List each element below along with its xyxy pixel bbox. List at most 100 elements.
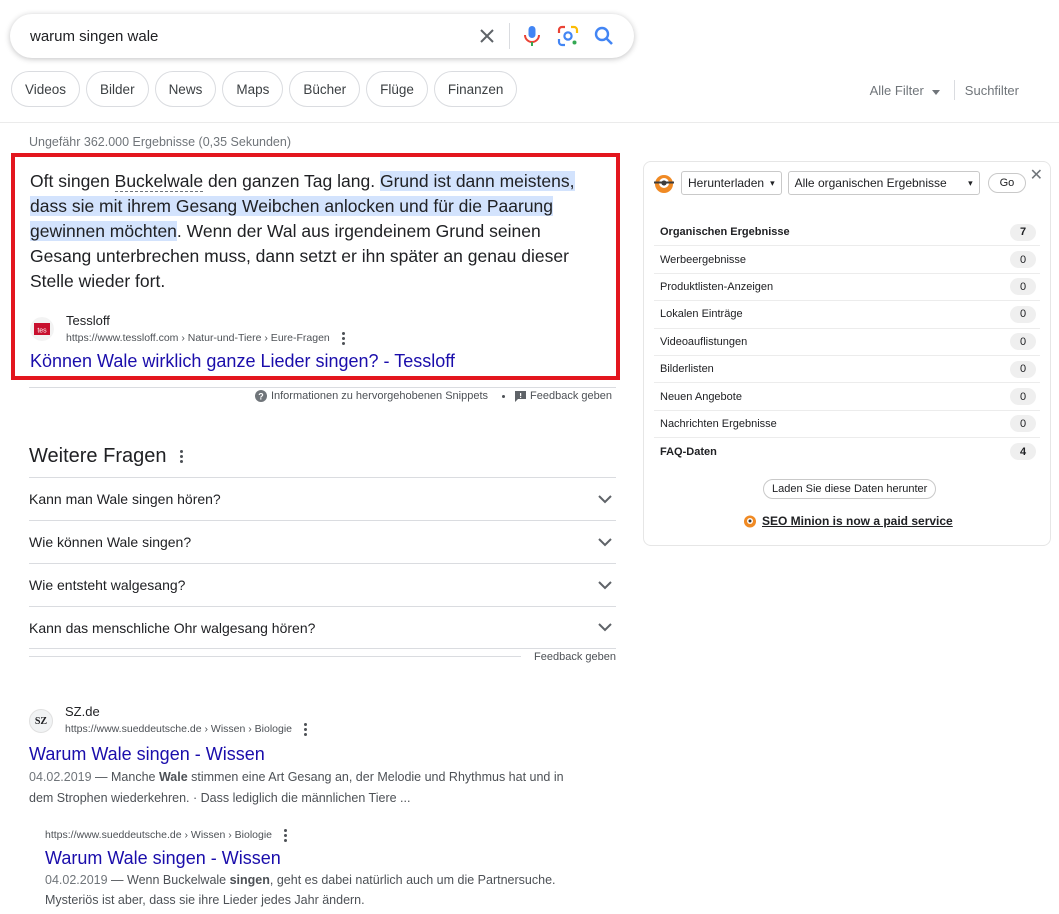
feedback-icon: [515, 390, 527, 402]
paa-title: Weitere Fragen: [29, 445, 184, 468]
row-count: 0: [1010, 278, 1036, 296]
paa-feedback-line: [29, 656, 521, 657]
all-filters-label: Alle Filter: [869, 82, 924, 98]
chevron-down-icon: ▾: [770, 177, 775, 188]
result-snippet: 04.02.2019 — Wenn Buckelwale singen, geh…: [45, 870, 605, 910]
result-snippet-part: — Wenn Buckelwale: [107, 873, 230, 887]
paa-question[interactable]: Kann man Wale singen hören?: [29, 477, 616, 520]
source-name: Tessloff: [66, 313, 110, 328]
result-title-link[interactable]: Warum Wale singen - Wissen: [29, 744, 589, 765]
separator-dot: [502, 394, 506, 398]
widget-row: Nachrichten Ergebnisse 0: [654, 411, 1040, 439]
search-result-sub: https://www.sueddeutsche.de › Wissen › B…: [45, 826, 605, 910]
row-count: 0: [1010, 333, 1036, 351]
chip-books[interactable]: Bücher: [289, 71, 361, 107]
chevron-down-icon: [598, 580, 612, 589]
sz-favicon: SZ: [29, 709, 53, 733]
result-title-link[interactable]: Warum Wale singen - Wissen: [45, 848, 605, 869]
paa-question[interactable]: Kann das menschliche Ohr walgesang hören…: [29, 606, 616, 649]
chevron-down-icon: [598, 494, 612, 503]
result-snippet-bold: Wale: [158, 770, 188, 784]
widget-table: Organischen Ergebnisse 7 Werbeergebnisse 0…: [654, 219, 1040, 466]
row-count: 4: [1010, 443, 1036, 461]
paa-question-text: Wie entsteht walgesang?: [29, 577, 186, 593]
result-url: https://www.sueddeutsche.de › Wissen › B…: [65, 720, 308, 738]
snippet-source[interactable]: tes Tessloff https://www.tessloff.com › …: [30, 313, 345, 347]
result-date: 04.02.2019: [45, 873, 108, 887]
results-select-label: Alle organischen Ergebnisse: [794, 176, 947, 190]
result-snippet-bold: singen: [229, 873, 270, 887]
chevron-down-icon: [598, 537, 612, 546]
paid-service-text: SEO Minion is now a paid service: [762, 514, 953, 528]
paa-question[interactable]: Wie können Wale singen?: [29, 520, 616, 563]
row-label: Nachrichten Ergebnisse: [660, 417, 777, 430]
paa-question[interactable]: Wie entsteht walgesang?: [29, 563, 616, 606]
results-select[interactable]: Alle organischen Ergebnisse ▾: [787, 171, 980, 195]
go-button[interactable]: Go: [987, 173, 1027, 193]
filter-chips: Videos Bilder News Maps Bücher Flüge Fin…: [11, 71, 518, 107]
minion-small-icon: [744, 515, 756, 528]
help-icon: ?: [254, 390, 267, 402]
more-options-icon[interactable]: [341, 331, 345, 345]
paa-more-icon[interactable]: [180, 450, 184, 463]
caret-down-icon: [931, 89, 940, 95]
chip-images[interactable]: Bilder: [86, 71, 149, 107]
chip-flights[interactable]: Flüge: [366, 71, 428, 107]
snippet-info-link[interactable]: Informationen zu hervorgehobenen Snippet…: [271, 390, 488, 402]
seo-minion-widget: ✕ Herunterladen ▾ Alle organischen Ergebn…: [643, 161, 1051, 546]
result-url-text: https://www.sueddeutsche.de › Wissen › B…: [45, 829, 273, 841]
chip-videos[interactable]: Videos: [11, 71, 81, 107]
search-icon[interactable]: [586, 18, 622, 54]
widget-row: Lokalen Einträge 0: [654, 301, 1040, 329]
download-select[interactable]: Herunterladen ▾: [681, 171, 782, 195]
chip-finance[interactable]: Finanzen: [433, 71, 518, 107]
lens-icon[interactable]: [550, 18, 586, 54]
result-snippet-part: — Manche: [91, 770, 159, 784]
chevron-down-icon: [598, 623, 612, 632]
row-count: 0: [1010, 305, 1036, 323]
result-source[interactable]: SZ SZ.de https://www.sueddeutsche.de › W…: [29, 704, 589, 738]
clear-icon[interactable]: [469, 18, 505, 54]
microphone-icon[interactable]: [514, 18, 550, 54]
widget-toolbar: Herunterladen ▾ Alle organischen Ergebnis…: [653, 171, 1027, 195]
result-date: 04.02.2019: [29, 770, 92, 784]
chip-maps[interactable]: Maps: [222, 71, 284, 107]
source-url: https://www.tessloff.com › Natur-und-Tie…: [66, 329, 345, 347]
close-icon[interactable]: ✕: [1030, 165, 1043, 185]
source-url-text: https://www.tessloff.com › Natur-und-Tie…: [66, 332, 330, 344]
search-bar[interactable]: [10, 14, 634, 58]
widget-row: FAQ-Daten 4: [654, 438, 1040, 465]
row-label: Neuen Angebote: [660, 390, 742, 403]
row-count: 0: [1010, 388, 1036, 406]
paa-question-text: Kann das menschliche Ohr walgesang hören…: [29, 619, 316, 636]
download-data-button[interactable]: Laden Sie diese Daten herunter: [763, 479, 937, 499]
row-label: Bilderlisten: [660, 363, 714, 376]
all-filters-button[interactable]: Alle Filter: [870, 83, 940, 98]
result-snippet: 04.02.2019 — Manche Wale stimmen eine Ar…: [29, 767, 589, 809]
result-url[interactable]: https://www.sueddeutsche.de › Wissen › B…: [45, 826, 605, 844]
chip-news[interactable]: News: [154, 71, 217, 107]
snippet-title-link[interactable]: Können Wale wirklich ganze Lieder singen…: [30, 351, 455, 372]
search-divider: [509, 23, 510, 49]
paa-question-text: Wie können Wale singen?: [29, 534, 192, 550]
widget-row: Neuen Angebote 0: [654, 383, 1040, 411]
row-label: Werbeergebnisse: [660, 253, 747, 266]
snippet-entity-link[interactable]: Buckelwale: [114, 171, 204, 192]
more-options-icon[interactable]: [304, 722, 308, 736]
result-url-text: https://www.sueddeutsche.de › Wissen › B…: [65, 723, 293, 735]
paid-service-link[interactable]: SEO Minion is now a paid service: [743, 514, 953, 528]
widget-row: Bilderlisten 0: [654, 356, 1040, 384]
widget-row: Werbeergebnisse 0: [654, 246, 1040, 274]
snippet-feedback-link[interactable]: Feedback geben: [530, 390, 612, 402]
paa-feedback-link[interactable]: Feedback geben: [534, 651, 616, 663]
snippet-text: Oft singen Buckelwale den ganzen Tag lan…: [30, 169, 605, 294]
tessloff-favicon: tes: [30, 317, 54, 341]
search-filters-button[interactable]: Suchfilter: [965, 83, 1019, 98]
favicon-text: tes: [37, 328, 47, 335]
widget-row: Organischen Ergebnisse 7: [654, 219, 1040, 247]
more-options-icon[interactable]: [284, 828, 288, 842]
search-input[interactable]: [30, 27, 460, 45]
widget-row: Videoauflistungen 0: [654, 329, 1040, 356]
row-label: Produktlisten-Anzeigen: [660, 280, 774, 293]
row-count: 0: [1010, 360, 1036, 378]
